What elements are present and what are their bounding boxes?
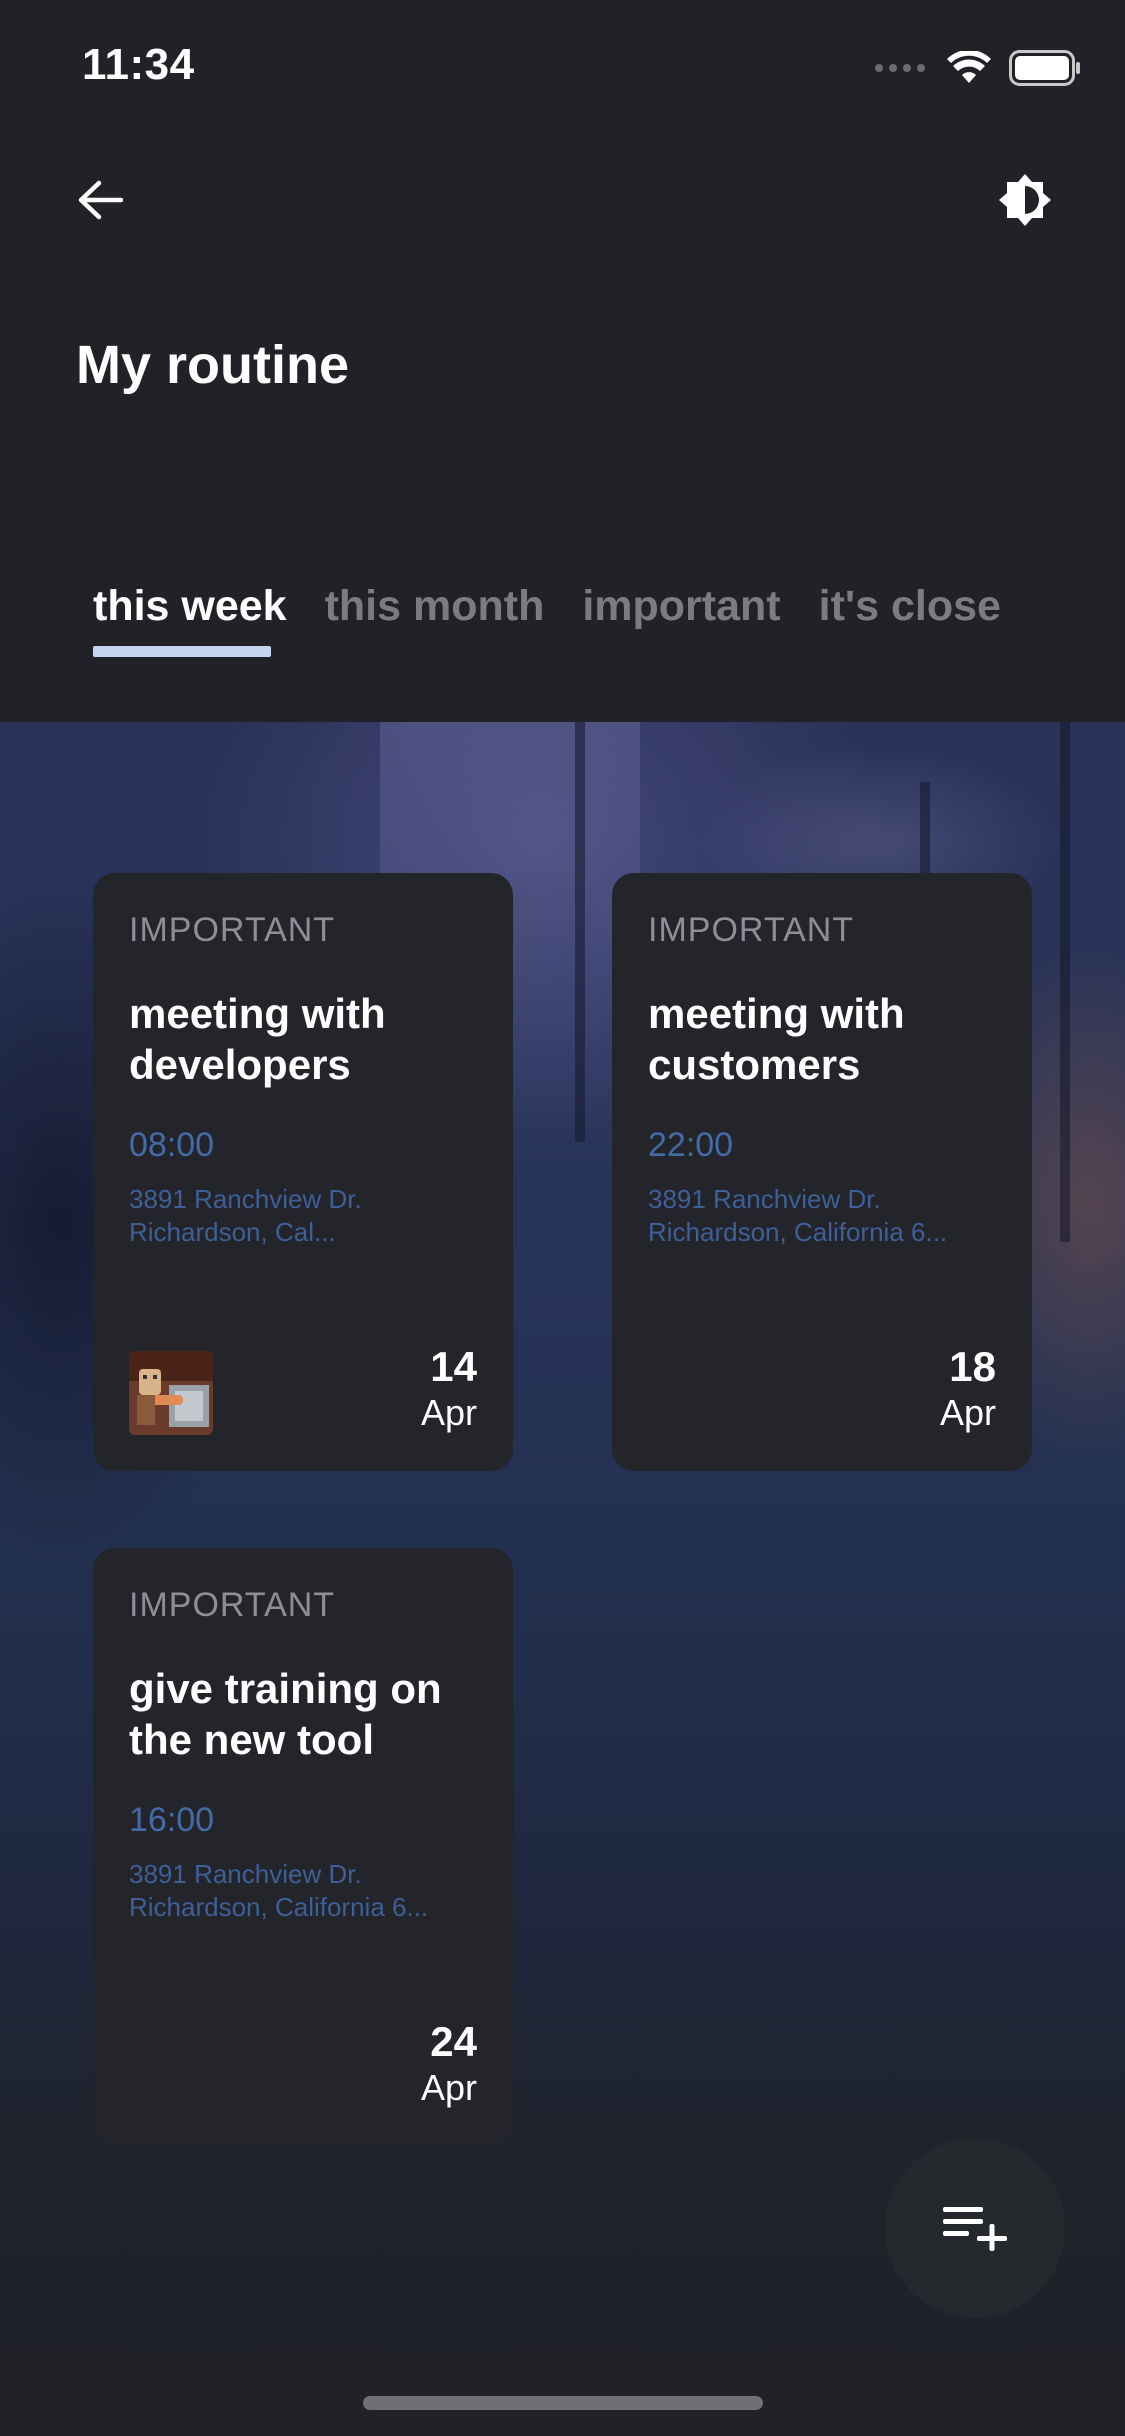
card-month: Apr [420,2067,477,2108]
wifi-icon [947,51,991,83]
theme-toggle-button[interactable] [995,170,1055,230]
battery-icon [1009,50,1080,86]
card-day: 14 [430,1343,477,1390]
cellular-signal-icon [875,64,925,72]
card-tag: IMPORTANT [648,911,855,949]
brightness-contrast-icon [999,174,1051,226]
card-address: 3891 Ranchview Dr. Richardson, Californi… [648,1184,948,1247]
tab-its-close[interactable]: it's close [819,582,1001,657]
avatar [129,1351,213,1435]
home-indicator [363,2396,763,2410]
playlist-add-icon [943,2207,1007,2251]
card-date: 24 Apr [421,2018,477,2110]
status-bar: 11:34 [0,0,1125,140]
card-date: 14 Apr [421,1343,477,1435]
tab-bar: this week this month important it's clos… [93,582,1001,657]
card-address: 3891 Ranchview Dr. Richardson, Cal... [129,1184,362,1247]
card-month: Apr [939,1392,996,1433]
card-date: 18 Apr [940,1343,996,1435]
card-time: 08:00 [129,1126,215,1164]
page-title: My routine [76,335,350,395]
arrow-left-icon [78,180,123,220]
card-tag: IMPORTANT [129,1586,336,1624]
card-tag: IMPORTANT [129,911,336,949]
card-title: meeting with customers [648,990,905,1088]
top-bar [0,160,1125,240]
card-address: 3891 Ranchview Dr. Richardson, Californi… [129,1859,429,1922]
routine-card[interactable]: IMPORTANT give training on the new tool … [93,1548,513,2146]
routine-card[interactable]: IMPORTANT meeting with customers 22:00 3… [612,873,1032,1471]
routine-card[interactable]: IMPORTANT meeting with developers 08:00 … [93,873,513,1471]
back-button[interactable] [70,170,130,230]
status-time: 11:34 [82,40,195,89]
card-day: 24 [430,2018,477,2065]
card-time: 22:00 [648,1126,734,1164]
card-title: give training on the new tool [129,1665,442,1763]
card-title: meeting with developers [129,990,386,1088]
tab-this-week[interactable]: this week [93,582,287,657]
tab-this-month[interactable]: this month [325,582,545,657]
add-routine-button[interactable] [885,2138,1065,2318]
card-time: 16:00 [129,1801,215,1839]
card-day: 18 [949,1343,996,1390]
status-icons [875,50,1081,86]
card-month: Apr [420,1392,477,1433]
tab-important[interactable]: important [582,582,780,657]
